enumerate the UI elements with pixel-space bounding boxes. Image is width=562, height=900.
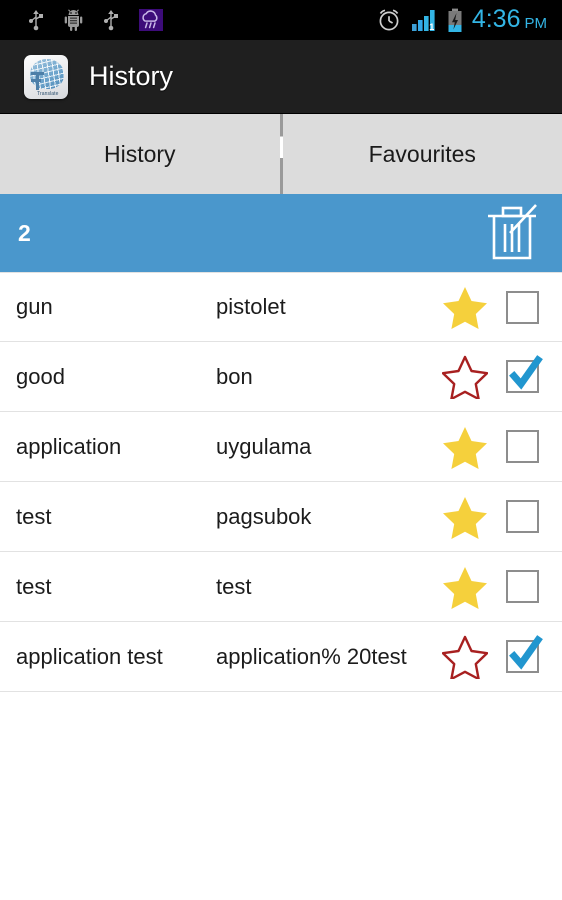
tab-favourites[interactable]: Favourites [283, 114, 562, 194]
star-outline-icon[interactable] [434, 355, 496, 399]
signal-bars-icon: 1 [411, 8, 438, 32]
weather-rain-icon [139, 9, 163, 31]
tab-favourites-label: Favourites [368, 140, 476, 167]
star-filled-icon[interactable] [434, 565, 496, 609]
row-target-text: pagsubok [216, 503, 312, 529]
checkbox-box [505, 290, 539, 324]
translate-globe-icon[interactable]: Translate [24, 54, 68, 99]
checkbox-box [505, 430, 539, 463]
status-bar-right-icons: 1 4:36 PM [376, 4, 552, 33]
table-row[interactable]: test test [0, 552, 562, 622]
check-mark-shape [508, 635, 543, 670]
status-bar: 1 4:36 PM [0, 0, 562, 40]
row-source-text: application [16, 433, 122, 459]
tab-history-label: History [103, 140, 176, 167]
table-row[interactable]: test pagsubok [0, 482, 562, 552]
trash-can-icon[interactable] [484, 202, 540, 264]
row-select-checkbox[interactable] [496, 290, 548, 324]
star-filled-shape [443, 566, 487, 609]
table-row[interactable]: gun pistolet [0, 272, 562, 342]
row-source-text: test [16, 503, 52, 529]
glyph-arm-bottom [31, 78, 41, 82]
row-source-text: application test [16, 643, 163, 669]
tab-history[interactable]: History [0, 114, 280, 194]
row-source-text: gun [16, 294, 53, 319]
glyph-arm-top [31, 71, 44, 75]
tab-bar: History Favourites [0, 114, 562, 194]
row-target-text: application% 20test [216, 643, 407, 669]
star-filled-icon[interactable] [434, 285, 496, 329]
row-select-checkbox[interactable] [496, 635, 548, 673]
checkbox-box [505, 500, 539, 533]
star-filled-shape [443, 287, 487, 329]
battery-charging-icon [447, 8, 463, 33]
android-debug-icon [64, 9, 83, 31]
star-filled-icon[interactable] [434, 425, 496, 469]
checkbox-box [505, 635, 543, 673]
row-target-text: uygulama [216, 433, 312, 459]
row-target-text: bon [216, 363, 253, 389]
history-list: gun pistolet good bon application uygulama tes… [0, 272, 562, 900]
usb-icon [28, 9, 44, 31]
table-row[interactable]: application uygulama [0, 412, 562, 482]
star-filled-shape [443, 496, 487, 539]
selected-count: 2 [18, 219, 31, 246]
row-select-checkbox[interactable] [496, 500, 548, 533]
row-target-text: test [216, 573, 252, 599]
app-icon-word: Translate [37, 90, 59, 97]
contextual-action-bar: 2 [0, 194, 562, 272]
star-filled-shape [443, 426, 487, 469]
star-outline-shape [442, 635, 488, 679]
app-root: 1 4:36 PM Translate History History Favo… [0, 0, 562, 900]
alarm-clock-icon [376, 7, 402, 33]
usb-icon [103, 9, 119, 31]
page-title: History [89, 61, 174, 91]
row-select-checkbox[interactable] [496, 430, 548, 463]
action-bar: Translate History [0, 40, 562, 114]
table-row[interactable]: application test application% 20test [0, 622, 562, 692]
row-select-checkbox[interactable] [496, 355, 548, 393]
table-row[interactable]: good bon [0, 342, 562, 412]
row-source-text: test [16, 573, 52, 599]
star-outline-icon[interactable] [434, 635, 496, 679]
star-outline-shape [442, 355, 488, 399]
status-bar-left-icons [10, 9, 163, 31]
row-source-text: good [16, 363, 65, 389]
status-bar-clock: 4:36 PM [471, 4, 548, 33]
clock-ampm: PM [524, 14, 548, 32]
checkbox-box [505, 355, 543, 393]
row-target-text: pistolet [216, 294, 286, 319]
svg-text:1: 1 [429, 22, 434, 32]
checkbox-box [505, 570, 539, 603]
row-select-checkbox[interactable] [496, 570, 548, 603]
star-filled-icon[interactable] [434, 495, 496, 539]
check-mark-shape [508, 355, 543, 390]
clock-time: 4:36 [471, 4, 521, 33]
